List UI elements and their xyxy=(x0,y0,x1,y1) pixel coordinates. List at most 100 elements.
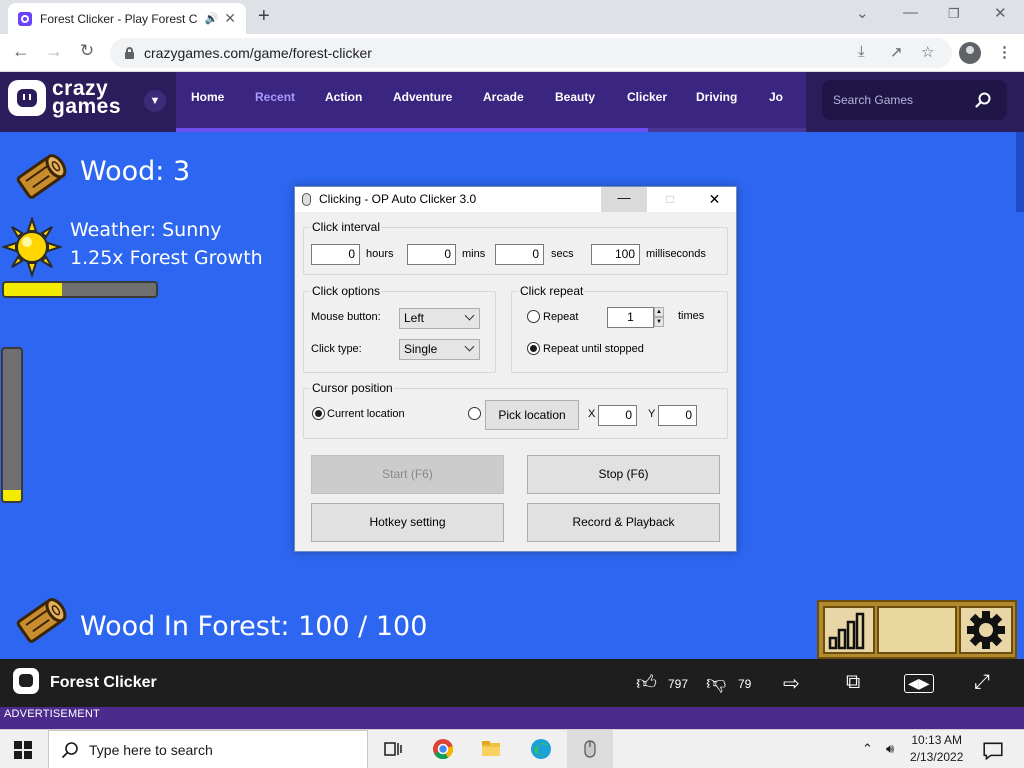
volume-icon[interactable]: 🔊︎ xyxy=(886,741,894,757)
repeat-count-spinner[interactable]: ▲ ▼ xyxy=(654,307,664,328)
window-title: Clicking - OP Auto Clicker 3.0 xyxy=(319,192,477,206)
game-info-bar: Forest Clicker 👍︎ 797 👎︎ 79 ⇨ ⧉ ◀▶ ⤢ xyxy=(0,659,1024,707)
stop-button[interactable]: Stop (F6) xyxy=(527,455,720,494)
nav-clicker[interactable]: Clicker xyxy=(627,90,667,104)
cursor-position-label: Cursor position xyxy=(311,381,394,395)
hotkey-setting-button[interactable]: Hotkey setting xyxy=(311,503,504,542)
share-page-icon[interactable]: ↗ xyxy=(890,43,903,61)
pick-location-radio[interactable] xyxy=(468,407,481,420)
nav-arcade[interactable]: Arcade xyxy=(483,90,524,104)
forward-arrow-icon[interactable]: → xyxy=(42,41,66,62)
theater-mode-icon[interactable]: ◀▶ xyxy=(904,674,934,693)
growth-progress-fill xyxy=(4,283,62,296)
click-options-group xyxy=(303,291,496,373)
taskbar-search-placeholder: Type here to search xyxy=(89,741,213,758)
mouse-button-select[interactable]: Left xyxy=(399,308,480,329)
minimize-window-button[interactable]: — xyxy=(903,4,918,21)
start-button[interactable]: Start (F6) xyxy=(311,455,504,494)
click-type-select[interactable]: Single xyxy=(399,339,480,360)
show-hidden-icons-chevron-icon[interactable]: ⌃ xyxy=(862,741,873,757)
click-repeat-group xyxy=(511,291,728,373)
search-icon[interactable] xyxy=(975,92,991,108)
click-repeat-label: Click repeat xyxy=(519,284,585,298)
system-clock[interactable]: 10:13 AM 2/13/2022 xyxy=(910,732,963,766)
settings-button[interactable] xyxy=(959,606,1013,654)
spin-down-icon[interactable]: ▼ xyxy=(654,317,664,327)
new-tab-button[interactable]: + xyxy=(258,5,270,28)
browser-tab[interactable]: Forest Clicker - Play Forest C 🔊 ✕ xyxy=(8,3,246,34)
nav-home[interactable]: Home xyxy=(191,90,224,104)
mins-field[interactable]: 0 xyxy=(407,244,456,265)
mouse-button-label: Mouse button: xyxy=(311,311,381,323)
nav-driving[interactable]: Driving xyxy=(696,90,737,104)
embed-icon[interactable]: ⇨ xyxy=(783,671,800,696)
window-close-button[interactable]: ✕ xyxy=(693,187,736,212)
secs-label: secs xyxy=(551,248,574,260)
mouse-button-value: Left xyxy=(404,311,425,325)
tab-search-chevron-icon[interactable]: ⌄ xyxy=(856,4,869,22)
nav-recent[interactable]: Recent xyxy=(255,90,295,104)
hours-field[interactable]: 0 xyxy=(311,244,360,265)
browser-menu-icon[interactable]: ⋮ xyxy=(997,43,1012,61)
nav-beauty[interactable]: Beauty xyxy=(555,90,595,104)
thumbs-down-icon[interactable]: 👎︎ xyxy=(706,671,726,695)
y-coordinate-field[interactable]: 0 xyxy=(658,405,697,426)
close-window-button[interactable]: ✕ xyxy=(994,4,1007,22)
chevron-down-icon[interactable]: ▼ xyxy=(144,90,166,112)
record-playback-button[interactable]: Record & Playback xyxy=(527,503,720,542)
nav-adventure[interactable]: Adventure xyxy=(393,90,452,104)
profile-avatar-icon[interactable] xyxy=(959,42,981,64)
wood-log-icon xyxy=(16,154,67,199)
nav-action[interactable]: Action xyxy=(325,90,362,104)
game-toolbar xyxy=(817,600,1017,659)
milliseconds-field[interactable]: 100 xyxy=(591,244,640,265)
restore-window-button[interactable]: ❐ xyxy=(948,6,960,22)
current-location-radio[interactable] xyxy=(312,407,325,420)
times-label: times xyxy=(678,310,705,322)
crazygames-logo-icon xyxy=(8,80,46,116)
click-type-value: Single xyxy=(404,342,438,356)
file-explorer-icon[interactable] xyxy=(480,738,502,760)
chevron-down-icon xyxy=(464,341,475,352)
current-location-label: Current location xyxy=(327,408,405,420)
url-field[interactable]: crazygames.com/game/forest-clicker xyxy=(110,38,952,68)
vertical-progress-fill xyxy=(3,490,21,501)
spin-up-icon[interactable]: ▲ xyxy=(654,307,664,317)
stats-button[interactable] xyxy=(823,606,875,654)
auto-clicker-taskbar-icon[interactable] xyxy=(579,738,601,760)
share-icon[interactable]: ⧉ xyxy=(846,671,860,694)
repeat-count-field[interactable]: 1 xyxy=(607,307,654,328)
edge-icon[interactable] xyxy=(530,738,552,760)
windows-start-icon[interactable] xyxy=(14,741,32,759)
browser-tab-bar: Forest Clicker - Play Forest C 🔊 ✕ + ⌄ —… xyxy=(0,0,1024,34)
install-app-icon[interactable]: ⤓ xyxy=(858,43,865,60)
chrome-icon[interactable] xyxy=(432,738,454,760)
page-scrollbar-thumb[interactable] xyxy=(1016,132,1024,212)
repeat-until-stopped-radio[interactable] xyxy=(527,342,540,355)
secs-field[interactable]: 0 xyxy=(495,244,544,265)
auto-clicker-window: Clicking - OP Auto Clicker 3.0 — □ ✕ Cli… xyxy=(294,186,737,552)
taskbar-search-box[interactable]: Type here to search xyxy=(48,730,368,768)
close-tab-icon[interactable]: ✕ xyxy=(224,10,236,27)
speaker-icon[interactable]: 🔊 xyxy=(205,12,219,25)
fullscreen-icon[interactable]: ⤢ xyxy=(974,671,990,694)
thumbs-up-icon[interactable]: 👍︎ xyxy=(636,671,657,695)
clock-time: 10:13 AM xyxy=(911,733,963,747)
window-minimize-button[interactable]: — xyxy=(601,187,647,212)
game-title: Forest Clicker xyxy=(50,674,157,691)
repeat-radio[interactable] xyxy=(527,310,540,323)
task-view-icon[interactable] xyxy=(382,738,404,760)
notifications-icon[interactable] xyxy=(982,740,1004,762)
window-maximize-button[interactable]: □ xyxy=(647,187,693,212)
bookmark-star-icon[interactable]: ☆ xyxy=(921,43,934,61)
click-options-label: Click options xyxy=(311,284,382,298)
clock-date: 2/13/2022 xyxy=(910,750,964,764)
tab-title: Forest Clicker - Play Forest C xyxy=(40,11,198,26)
crazygames-logo[interactable]: crazy games xyxy=(8,78,121,117)
x-coordinate-field[interactable]: 0 xyxy=(598,405,637,426)
reload-icon[interactable]: ↻ xyxy=(75,41,99,61)
chevron-down-icon xyxy=(464,310,475,321)
nav-jo[interactable]: Jo xyxy=(769,90,783,104)
back-arrow-icon[interactable]: ← xyxy=(9,41,33,62)
pick-location-button[interactable]: Pick location xyxy=(485,400,579,430)
